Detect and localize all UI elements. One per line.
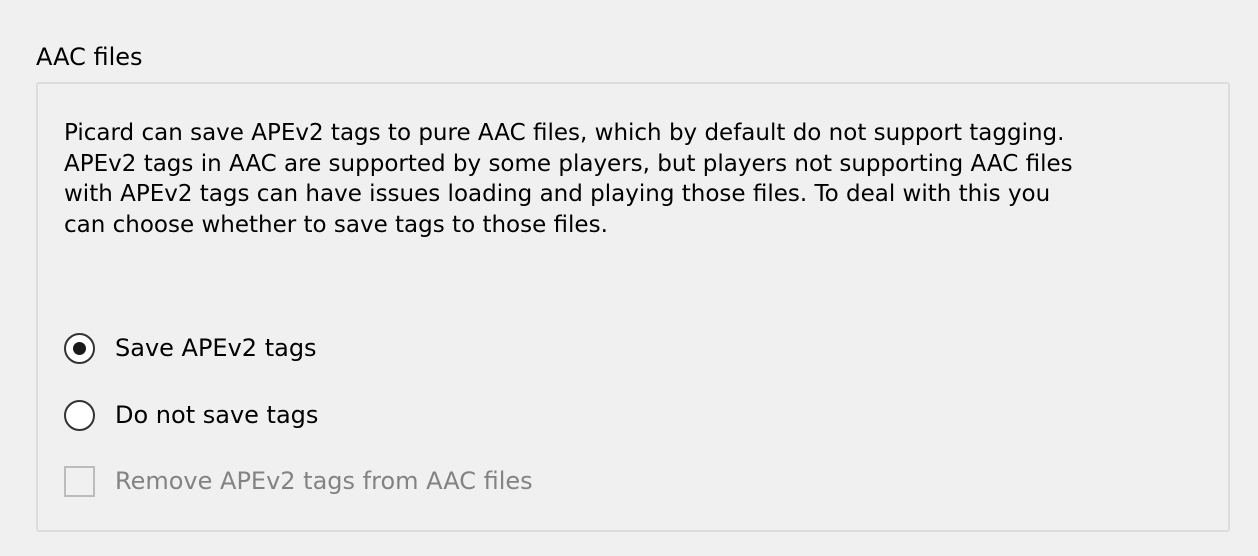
radio-selected-dot-icon <box>73 341 86 355</box>
save-apev2-tags-radio[interactable] <box>64 332 95 364</box>
do-not-save-tags-option[interactable]: Do not save tags <box>64 395 318 435</box>
remove-apev2-tags-option: Remove APEv2 tags from AAC files <box>64 461 533 501</box>
aac-files-options-page: AAC files Picard can save APEv2 tags to … <box>0 0 1258 556</box>
remove-apev2-tags-label: Remove APEv2 tags from AAC files <box>115 467 533 495</box>
aac-files-group-box: Picard can save APEv2 tags to pure AAC f… <box>36 82 1230 532</box>
do-not-save-tags-label: Do not save tags <box>115 401 319 429</box>
save-apev2-tags-label: Save APEv2 tags <box>115 334 317 362</box>
aac-files-group-title: AAC files <box>36 43 143 71</box>
aac-files-description: Picard can save APEv2 tags to pure AAC f… <box>64 118 1214 240</box>
description-line: with APEv2 tags can have issues loading … <box>64 181 1051 207</box>
description-line: can choose whether to save tags to those… <box>64 211 608 238</box>
description-line: APEv2 tags in AAC are supported by some … <box>64 150 1073 177</box>
do-not-save-tags-radio[interactable] <box>64 399 95 431</box>
description-line: Picard can save APEv2 tags to pure AAC f… <box>64 120 1065 146</box>
save-apev2-tags-option[interactable]: Save APEv2 tags <box>64 328 317 368</box>
remove-apev2-tags-checkbox <box>64 465 95 497</box>
